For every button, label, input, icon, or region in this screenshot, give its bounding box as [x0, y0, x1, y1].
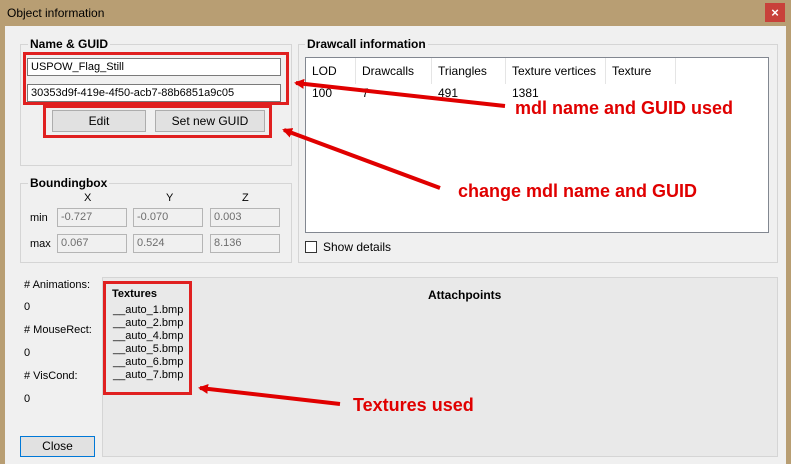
annotation-change: change mdl name and GUID	[458, 181, 698, 201]
annotation-textures-used: Textures used	[353, 395, 474, 415]
arrow-to-name-guid	[294, 78, 506, 108]
arrow-to-textures	[198, 383, 341, 406]
annotation-mdl-name-guid: mdl name and GUID used	[515, 98, 734, 118]
arrow-to-buttons	[282, 128, 441, 190]
